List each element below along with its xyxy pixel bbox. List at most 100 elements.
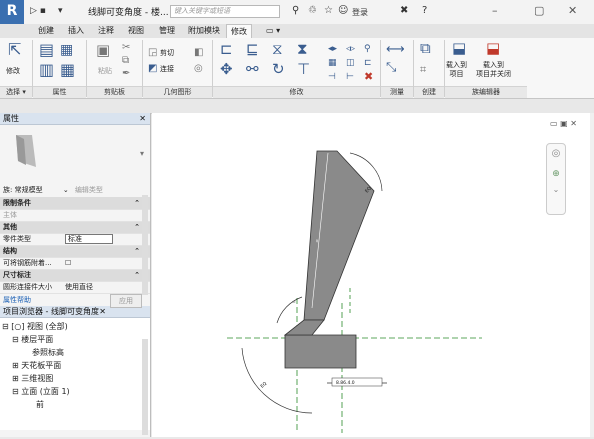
trim-single-icon[interactable]: ⊣ — [328, 71, 336, 83]
modify-button-label[interactable]: 修改 — [6, 66, 20, 76]
type-properties-icon[interactable]: ▦ — [60, 43, 73, 57]
mirror-draw-icon[interactable]: ⧗ — [297, 42, 308, 57]
aligned-dimension-icon[interactable]: ⤡ — [386, 61, 396, 74]
create-similar-icon[interactable]: ⌗ — [420, 64, 426, 76]
trim-extend-icon[interactable]: ⊤ — [297, 62, 310, 77]
rebar-attach-checkbox[interactable]: ☐ — [65, 259, 71, 267]
tree-item-3d-views[interactable]: ⊞ 三维视图 — [0, 372, 150, 385]
prop-row-part-type[interactable]: 零件类型 标准 — [0, 234, 150, 246]
prop-category-constraints[interactable]: 限制条件 ⌃ — [0, 198, 150, 210]
load-and-close-button[interactable]: 载入到 项目并关闭 — [476, 61, 511, 79]
prop-row-rebar-attach[interactable]: 可将钢筋附着... ☐ — [0, 258, 150, 270]
browser-close-icon[interactable]: ✕ — [99, 306, 110, 317]
tree-item-floor-plans[interactable]: ⊟ 楼层平面 — [0, 333, 150, 346]
quick-access-toolbar[interactable]: ▷ ▪ — [30, 4, 46, 18]
prop-row-host[interactable]: 主体 — [0, 210, 150, 222]
create-group-icon[interactable]: ⧉ — [420, 41, 431, 56]
edit-type-button[interactable]: 编辑类型 — [75, 186, 103, 194]
family-category-icon[interactable]: ▥ — [39, 62, 54, 78]
subscription-icon[interactable]: ♲ — [308, 5, 317, 16]
pin-icon[interactable]: ⚲ — [364, 43, 371, 55]
part-type-value[interactable]: 标准 — [65, 234, 113, 244]
moulding-slanted-body[interactable] — [303, 150, 375, 321]
join-geometry-icon[interactable]: ◩ — [148, 63, 157, 75]
browser-scrollbar[interactable] — [142, 339, 148, 435]
load-and-close-icon[interactable]: ⬓ — [486, 41, 500, 56]
view-close-icon[interactable]: ✕ — [570, 119, 577, 128]
rotate-icon[interactable]: ↻ — [272, 62, 285, 77]
tab-addins[interactable]: 附加模块 — [184, 24, 224, 38]
delete-icon[interactable]: ✖ — [364, 71, 373, 83]
close-icon[interactable]: ✕ — [568, 4, 577, 17]
trim-multiple-icon[interactable]: ⊢ — [346, 71, 354, 83]
properties-icon[interactable]: ▤ — [39, 42, 54, 58]
mirror-axis-icon[interactable]: ⧖ — [272, 42, 283, 57]
offset-icon[interactable]: ⊑ — [246, 42, 259, 57]
match-type-icon[interactable]: ✒ — [122, 68, 130, 80]
scale-icon[interactable]: ◫ — [346, 57, 355, 69]
cut-geometry-icon[interactable]: ◲ — [148, 47, 157, 59]
tab-manage[interactable]: 管理 — [155, 24, 179, 38]
array-icon[interactable]: ▦ — [328, 57, 337, 69]
align-icon[interactable]: ⊏ — [220, 42, 233, 57]
nav-dropdown-icon[interactable]: ⌄ — [547, 185, 565, 194]
tree-item-elevations[interactable]: ⊟ 立面 (立面 1) — [0, 385, 150, 398]
view-maximize-icon[interactable]: ▣ — [560, 119, 568, 128]
view-window-controls[interactable]: ▭ ▣ ✕ — [550, 119, 577, 128]
login-link[interactable]: 登录 — [352, 7, 368, 18]
unpin-icon[interactable]: ⊏ — [364, 57, 372, 69]
panel-label-select[interactable]: 选择 ▾ — [0, 86, 32, 98]
load-into-project-button[interactable]: 载入到 项目 — [446, 61, 467, 79]
type-selector[interactable]: 族: 常规模型 ⌄ 编辑类型 — [0, 183, 150, 198]
view-restore-icon[interactable]: ▭ — [550, 119, 558, 128]
move-icon[interactable]: ✥ — [220, 62, 233, 77]
exchange-icon[interactable]: ✖ — [400, 5, 408, 16]
angle-arc-middle[interactable] — [276, 296, 303, 324]
application-menu-button[interactable]: R — [0, 0, 24, 24]
search-input[interactable]: 键入关键字或短语 — [170, 5, 280, 18]
tree-item-views[interactable]: ⊟ [○] 视图 (全部) — [0, 320, 150, 333]
tab-insert[interactable]: 插入 — [64, 24, 88, 38]
tab-view[interactable]: 视图 — [124, 24, 148, 38]
prop-row-connector-size[interactable]: 圆形连接件大小 使用直径 — [0, 282, 150, 294]
prop-category-dimensions[interactable]: 尺寸标注 ⌃ — [0, 270, 150, 282]
tab-create[interactable]: 创建 — [34, 24, 58, 38]
prop-category-structure[interactable]: 结构 ⌃ — [0, 246, 150, 258]
tab-modify[interactable]: 修改 — [226, 24, 252, 39]
tab-annotate[interactable]: 注释 — [94, 24, 118, 38]
user-icon[interactable]: ☺ — [338, 5, 348, 16]
copy-icon[interactable]: ⧉ — [122, 55, 129, 67]
split-icon[interactable]: ◂▸ — [328, 43, 337, 55]
cut-small-icon[interactable]: ✂ — [122, 42, 130, 54]
maximize-icon[interactable]: ▢ — [534, 4, 544, 17]
moulding-joint[interactable] — [283, 319, 325, 336]
tab-contextual-dropdown[interactable]: ▭ ▾ — [262, 24, 284, 38]
type-selector-dropdown-icon[interactable]: ⌄ — [63, 186, 69, 194]
drawing-canvas[interactable]: 8.86.4.0 EQ = = EQ ▭ ▣ ✕ ◎ ⊕ ⌄ — [152, 113, 594, 437]
tree-item-front[interactable]: 前 — [0, 398, 150, 411]
split-gap-icon[interactable]: ◃▹ — [346, 43, 355, 55]
modify-cursor-icon[interactable]: ⇱ — [8, 42, 21, 58]
star-icon[interactable]: ☆ — [324, 5, 333, 16]
join-extra-icon[interactable]: ◧ — [194, 47, 203, 59]
properties-close-icon[interactable]: ✕ — [139, 113, 150, 124]
properties-scrollbar[interactable] — [142, 195, 148, 295]
copy-element-icon[interactable]: ⚯ — [246, 62, 259, 77]
binoculars-icon[interactable]: ⚲ — [292, 5, 299, 16]
wall-joins-icon[interactable]: ◎ — [194, 63, 203, 75]
paste-icon[interactable]: ▣ — [96, 43, 110, 58]
elevation-drawing[interactable]: 8.86.4.0 EQ = = EQ — [152, 113, 594, 437]
measure-icon[interactable]: ⟷ — [386, 43, 405, 56]
steering-wheel-icon[interactable]: ◎ — [547, 148, 565, 159]
quick-access-dropdown[interactable]: ▾ — [58, 4, 63, 18]
help-icon[interactable]: ? — [422, 5, 427, 16]
tree-item-ceiling-plans[interactable]: ⊞ 天花板平面 — [0, 359, 150, 372]
cut-geometry-label[interactable]: 剪切 — [160, 48, 174, 58]
tree-item-ref-level[interactable]: 参照标高 — [0, 346, 150, 359]
moulding-base-block[interactable] — [284, 334, 357, 369]
zoom-icon[interactable]: ⊕ — [547, 169, 565, 179]
family-types-icon[interactable]: ▦ — [60, 62, 75, 78]
properties-help-link[interactable]: 属性帮助 — [3, 296, 31, 304]
join-geometry-label[interactable]: 连接 — [160, 64, 174, 74]
apply-button[interactable]: 应用 — [110, 294, 142, 308]
